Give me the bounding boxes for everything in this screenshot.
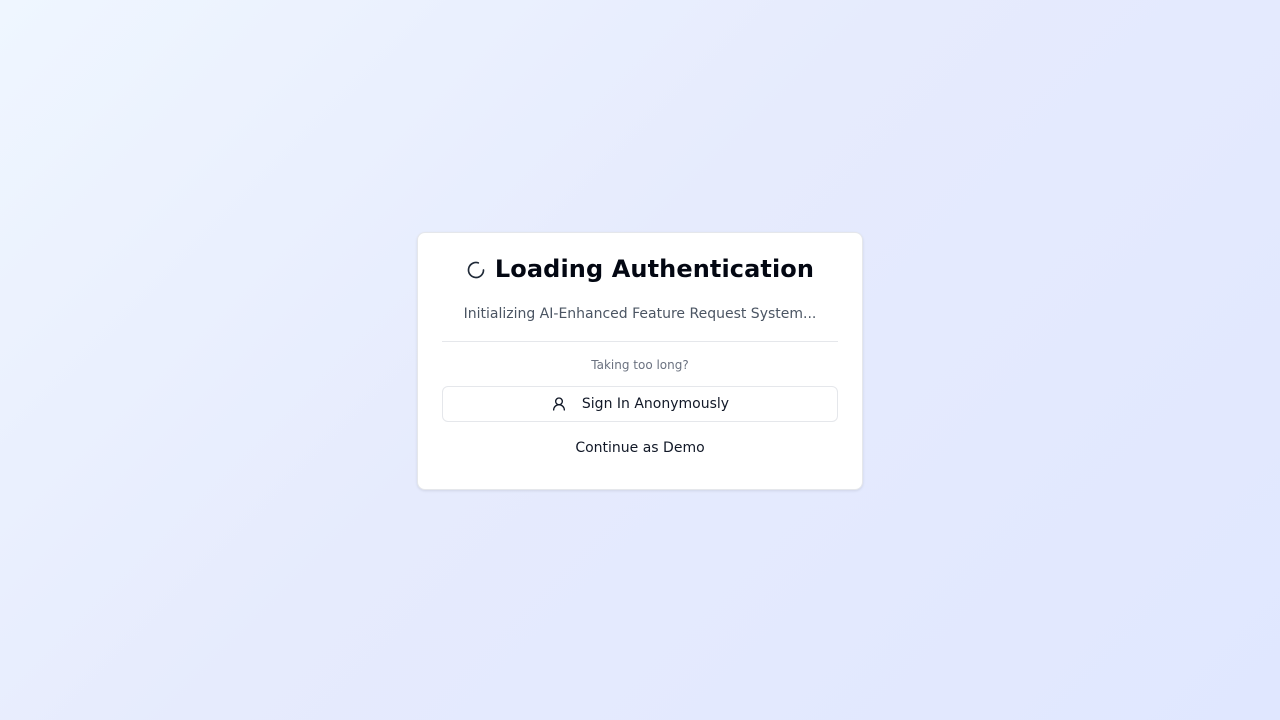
auth-loading-card: Loading Authentication Initializing AI-E…: [417, 232, 863, 490]
user-icon: [551, 396, 567, 412]
continue-as-demo-button[interactable]: Continue as Demo: [442, 430, 838, 466]
divider: [442, 341, 838, 342]
title-row: Loading Authentication: [418, 253, 862, 285]
sign-in-anonymously-button[interactable]: Sign In Anonymously: [442, 386, 838, 422]
page-title: Loading Authentication: [494, 255, 815, 283]
loading-subtitle: Initializing AI-Enhanced Feature Request…: [463, 306, 817, 322]
sign-in-anonymously-label: Sign In Anonymously: [581, 396, 730, 412]
loader-spinner-icon: [466, 260, 486, 280]
taking-too-long-hint: Taking too long?: [591, 358, 689, 372]
continue-as-demo-label: Continue as Demo: [575, 440, 705, 456]
